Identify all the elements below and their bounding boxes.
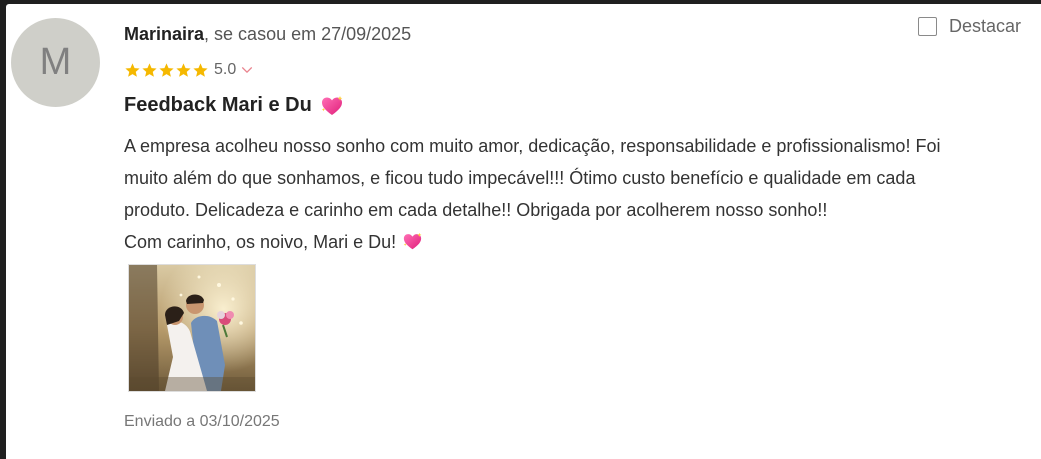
review-title: Feedback Mari e Du: [124, 94, 344, 117]
review-body-line: Com carinho, os noivo, Mari e Du!: [124, 232, 397, 252]
review-body-line: A empresa acolheu nosso sonho com muito …: [124, 136, 941, 156]
rating-row[interactable]: 5.0: [124, 59, 254, 81]
review-title-text: Feedback Mari e Du: [124, 94, 312, 116]
review-body-line: muito além do que sonhamos, e ficou tudo…: [124, 168, 916, 188]
review-body-line: produto. Delicadeza e carinho em cada de…: [124, 200, 828, 220]
chevron-down-icon[interactable]: [240, 63, 254, 77]
feature-label: Destacar: [949, 16, 1022, 36]
star-icon: [193, 62, 208, 77]
author-line: Marinaira, se casou em 27/09/2025: [124, 24, 411, 45]
avatar-initial: M: [39, 41, 72, 83]
married-date-text: , se casou em 27/09/2025: [204, 24, 412, 44]
review-card: M Marinaira, se casou em 27/09/2025 5.0 …: [6, 4, 1041, 459]
review-body: A empresa acolheu nosso sonho com muito …: [124, 130, 1029, 258]
star-rating: [124, 62, 209, 79]
feature-toggle[interactable]: Destacar: [918, 16, 1021, 37]
review-photo-thumbnail[interactable]: [128, 264, 256, 392]
star-icon: [142, 62, 157, 77]
review-body-line-last: Com carinho, os noivo, Mari e Du!: [124, 226, 1029, 258]
star-icon: [159, 62, 174, 77]
sparkling-heart-icon: [403, 232, 422, 250]
rating-value: 5.0: [214, 61, 237, 78]
star-icon: [176, 62, 191, 77]
wedding-photo-image: [129, 265, 255, 391]
star-icon: [125, 62, 140, 77]
author-name: Marinaira: [124, 24, 205, 44]
feature-checkbox[interactable]: [918, 17, 937, 36]
avatar: M: [11, 18, 100, 107]
sent-date: Enviado a 03/10/2025: [124, 413, 280, 430]
sparkling-heart-icon: [321, 95, 343, 115]
